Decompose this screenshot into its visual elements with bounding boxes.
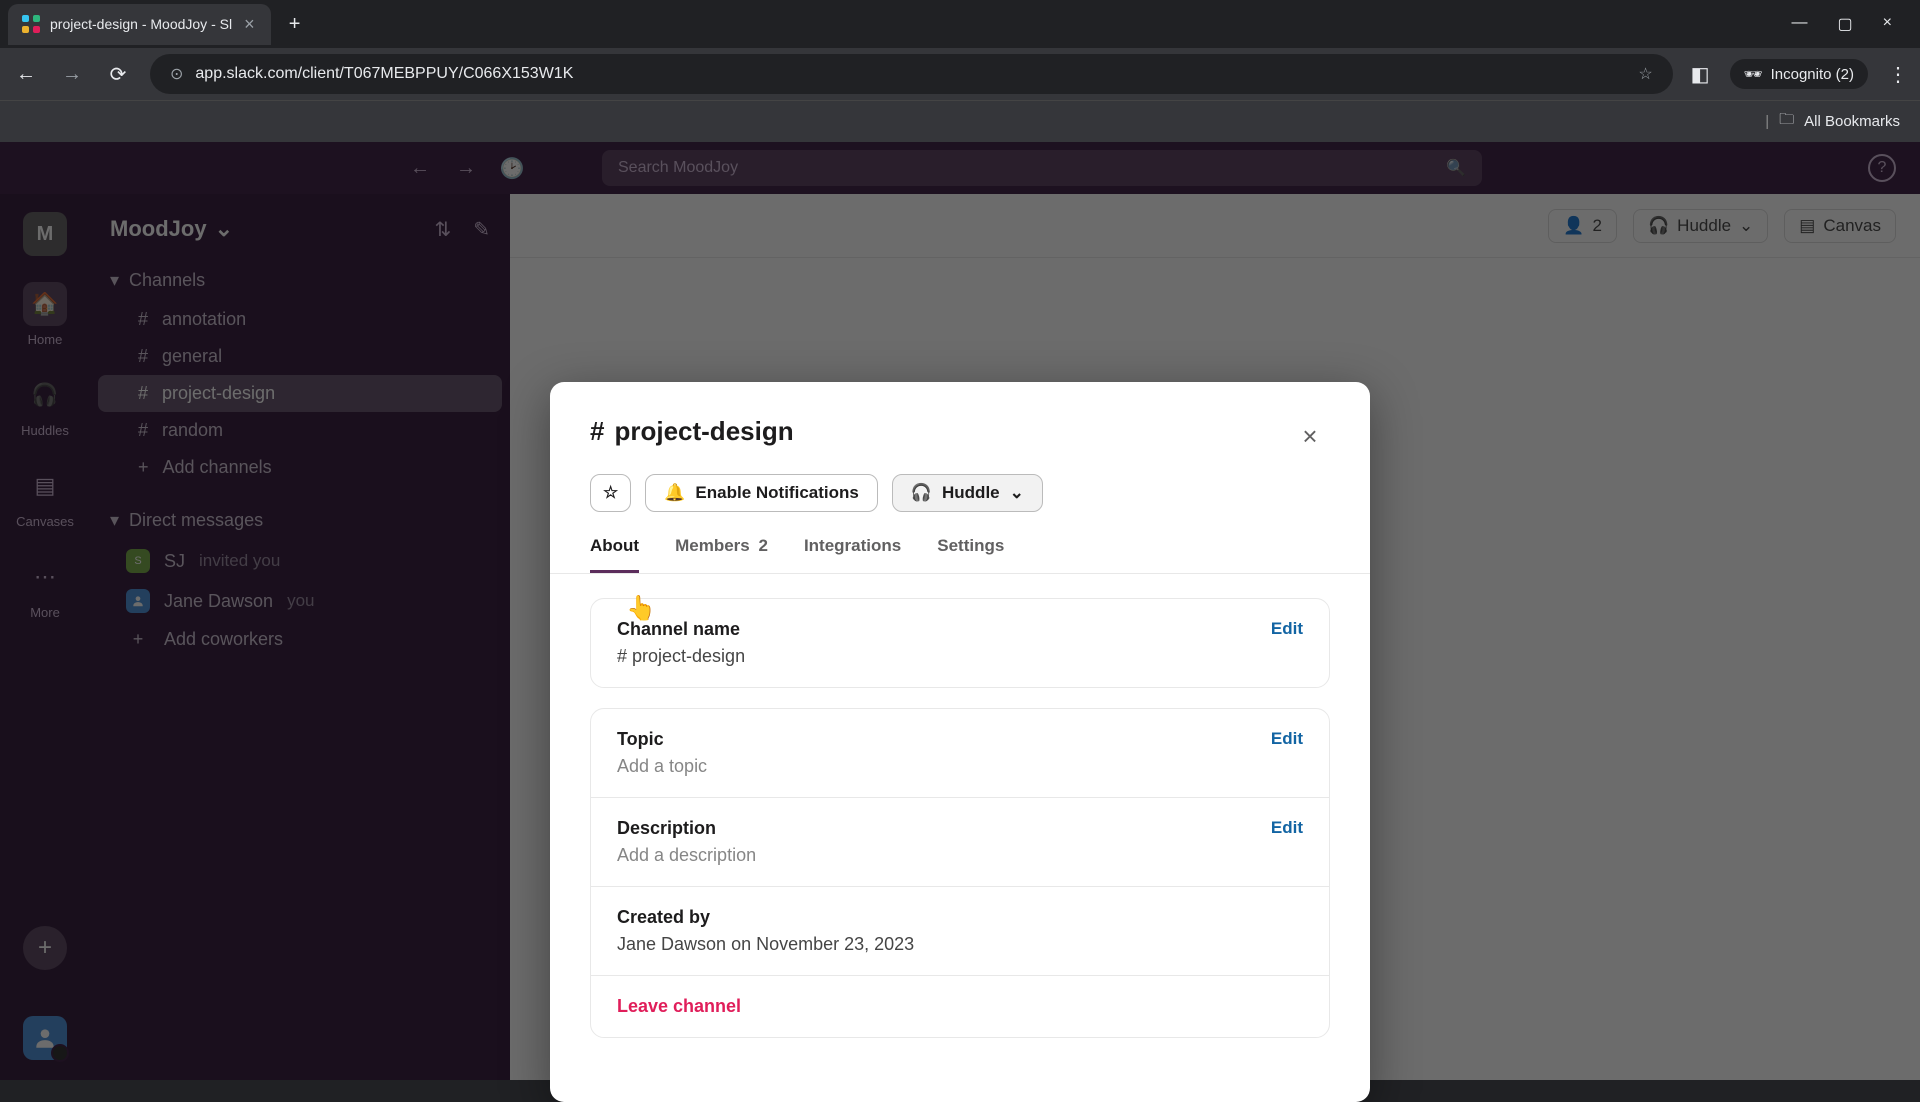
description-label: Description [617,818,1303,839]
edit-description-button[interactable]: Edit [1271,818,1303,838]
modal-title-text: project-design [614,416,793,447]
url-text: app.slack.com/client/T067MEBPPUY/C066X15… [195,65,1626,83]
minimize-icon[interactable]: — [1792,14,1808,34]
incognito-badge[interactable]: 🕶 Incognito (2) [1730,59,1868,89]
star-channel-button[interactable]: ☆ [590,474,631,512]
reload-button[interactable]: ⟳ [104,62,132,87]
modal-huddle-button[interactable]: 🎧 Huddle ⌄ [892,474,1043,512]
created-by-value: Jane Dawson on November 23, 2023 [617,934,1303,955]
browser-menu-icon[interactable]: ⋮ [1888,62,1908,87]
incognito-icon: 🕶 [1744,65,1763,83]
slack-favicon [22,15,40,33]
created-by-section: Created by Jane Dawson on November 23, 2… [591,887,1329,976]
channel-name-card: Channel name # project-design Edit [590,598,1330,688]
description-placeholder: Add a description [617,845,1303,866]
modal-huddle-label: Huddle [942,483,1000,503]
channel-name-section[interactable]: Channel name # project-design Edit [591,599,1329,687]
edit-topic-button[interactable]: Edit [1271,729,1303,749]
incognito-label: Incognito (2) [1771,66,1854,83]
slack-app: ← → 🕑 Search MoodJoy 🔍 ? M 🏠 Home 🎧 Hudd… [0,142,1920,1080]
bell-icon: 🔔 [664,483,685,503]
tab-close-icon[interactable]: × [242,14,257,35]
topic-label: Topic [617,729,1303,750]
forward-button[interactable]: → [58,63,86,86]
back-button[interactable]: ← [12,63,40,86]
headphones-icon: 🎧 [911,483,932,503]
edit-channel-name-button[interactable]: Edit [1271,619,1303,639]
modal-title: # project-design [590,416,794,447]
tab-about[interactable]: About [590,532,639,573]
modal-tabs: About Members 2 Integrations Settings [550,532,1370,574]
chevron-down-icon: ⌄ [1010,483,1024,503]
leave-channel-section[interactable]: Leave channel [591,976,1329,1037]
close-modal-button[interactable]: × [1290,416,1330,456]
description-section[interactable]: Description Add a description Edit [591,798,1329,887]
browser-toolbar: ← → ⟳ ⊙ app.slack.com/client/T067MEBPPUY… [0,48,1920,100]
topic-placeholder: Add a topic [617,756,1303,777]
channel-details-modal: # project-design × ☆ 🔔 Enable Notificati… [550,382,1370,1102]
all-bookmarks-icon: 🗀 [1779,109,1794,134]
bookmarks-bar: | 🗀 All Bookmarks [0,100,1920,142]
maximize-icon[interactable]: ▢ [1838,14,1853,34]
topic-section[interactable]: Topic Add a topic Edit [591,709,1329,798]
window-controls: — ▢ × [1792,14,1912,34]
channel-name-value: # project-design [617,646,1303,667]
close-window-icon[interactable]: × [1883,14,1892,34]
channel-details-card: Topic Add a topic Edit Description Add a… [590,708,1330,1038]
created-by-label: Created by [617,907,1303,928]
tab-title: project-design - MoodJoy - Sl [50,16,232,32]
new-tab-button[interactable]: + [279,8,311,40]
address-bar[interactable]: ⊙ app.slack.com/client/T067MEBPPUY/C066X… [150,54,1673,94]
bookmark-star-icon[interactable]: ☆ [1638,64,1652,84]
enable-notifications-button[interactable]: 🔔 Enable Notifications [645,474,878,512]
leave-channel-button[interactable]: Leave channel [617,996,1303,1017]
star-icon: ☆ [603,483,618,503]
tab-members-count: 2 [758,536,767,555]
browser-tab-strip: project-design - MoodJoy - Sl × + — ▢ × [0,0,1920,48]
site-info-icon[interactable]: ⊙ [170,64,183,84]
hash-icon: # [590,416,604,447]
all-bookmarks-button[interactable]: All Bookmarks [1804,113,1900,130]
tab-integrations[interactable]: Integrations [804,532,901,573]
notifications-label: Enable Notifications [695,483,858,503]
tab-members-label: Members [675,536,750,555]
channel-name-label: Channel name [617,619,1303,640]
side-panel-icon[interactable]: ◧ [1691,62,1710,87]
tab-settings[interactable]: Settings [937,532,1004,573]
tab-members[interactable]: Members 2 [675,532,768,573]
browser-tab[interactable]: project-design - MoodJoy - Sl × [8,4,271,45]
